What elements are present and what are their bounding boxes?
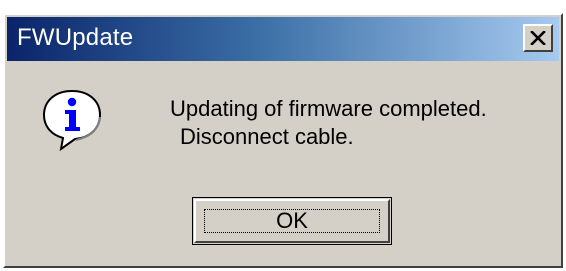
title-bar[interactable]: FWUpdate: [7, 17, 559, 61]
message-dialog: FWUpdate Updating of firmware completed.…: [3, 13, 563, 268]
window-title: FWUpdate: [17, 24, 134, 51]
close-x-icon: [530, 31, 546, 45]
focus-rectangle: OK: [204, 209, 380, 233]
ok-button-label: OK: [276, 208, 308, 233]
close-button[interactable]: [523, 24, 553, 52]
message-line-1: Updating of firmware completed.: [170, 96, 487, 121]
information-icon: [42, 89, 102, 151]
message-text: Updating of firmware completed. Disconne…: [170, 95, 487, 151]
ok-button[interactable]: OK: [192, 197, 392, 245]
message-line-2: Disconnect cable.: [180, 124, 354, 149]
